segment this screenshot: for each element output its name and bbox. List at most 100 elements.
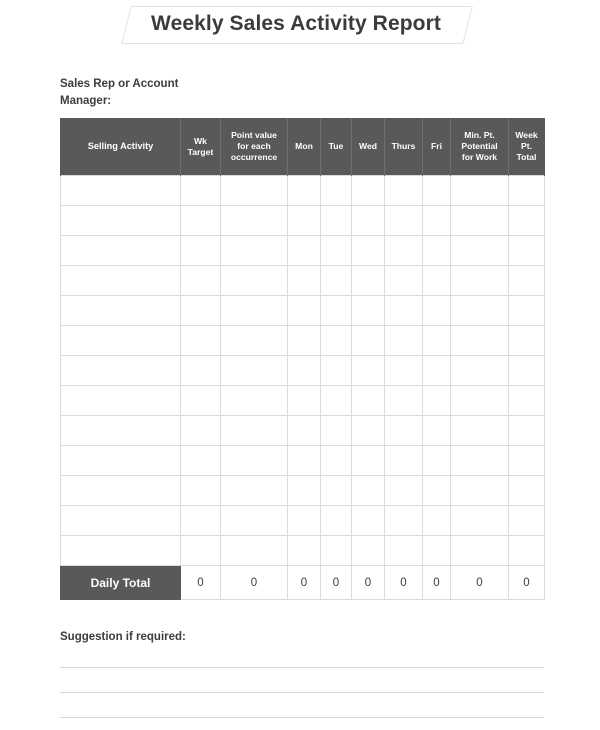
table-cell[interactable] <box>508 355 545 386</box>
table-cell[interactable] <box>220 295 288 326</box>
table-cell[interactable] <box>384 475 423 506</box>
table-cell[interactable] <box>60 415 181 446</box>
table-cell[interactable] <box>422 235 451 266</box>
table-cell[interactable] <box>287 475 321 506</box>
table-cell[interactable] <box>287 535 321 566</box>
table-cell[interactable] <box>180 235 221 266</box>
table-cell[interactable] <box>384 235 423 266</box>
table-cell[interactable] <box>180 415 221 446</box>
table-cell[interactable] <box>60 445 181 476</box>
table-cell[interactable] <box>508 325 545 356</box>
table-cell[interactable] <box>320 175 352 206</box>
table-cell[interactable] <box>180 445 221 476</box>
table-cell[interactable] <box>422 445 451 476</box>
table-cell[interactable] <box>180 325 221 356</box>
table-cell[interactable] <box>287 265 321 296</box>
table-cell[interactable] <box>220 475 288 506</box>
table-cell[interactable] <box>351 505 385 536</box>
table-cell[interactable] <box>450 175 509 206</box>
table-cell[interactable] <box>351 235 385 266</box>
table-cell[interactable] <box>60 535 181 566</box>
table-cell[interactable] <box>320 445 352 476</box>
table-cell[interactable] <box>450 355 509 386</box>
table-cell[interactable] <box>450 205 509 236</box>
table-cell[interactable] <box>450 535 509 566</box>
table-cell[interactable] <box>287 235 321 266</box>
table-cell[interactable] <box>351 385 385 416</box>
table-cell[interactable] <box>384 535 423 566</box>
table-cell[interactable] <box>220 505 288 536</box>
table-cell[interactable] <box>384 385 423 416</box>
table-cell[interactable] <box>508 295 545 326</box>
table-cell[interactable] <box>287 505 321 536</box>
table-cell[interactable] <box>287 175 321 206</box>
table-cell[interactable] <box>220 535 288 566</box>
table-cell[interactable] <box>384 295 423 326</box>
table-cell[interactable] <box>320 355 352 386</box>
table-cell[interactable] <box>384 355 423 386</box>
table-cell[interactable] <box>320 235 352 266</box>
table-cell[interactable] <box>220 385 288 416</box>
table-cell[interactable] <box>351 205 385 236</box>
table-cell[interactable] <box>220 175 288 206</box>
table-cell[interactable] <box>220 205 288 236</box>
table-cell[interactable] <box>384 265 423 296</box>
table-cell[interactable] <box>351 325 385 356</box>
table-cell[interactable] <box>422 415 451 446</box>
table-cell[interactable] <box>450 325 509 356</box>
table-cell[interactable] <box>384 175 423 206</box>
table-cell[interactable] <box>180 505 221 536</box>
table-cell[interactable] <box>60 475 181 506</box>
table-cell[interactable] <box>180 475 221 506</box>
table-cell[interactable] <box>180 535 221 566</box>
table-cell[interactable] <box>220 415 288 446</box>
table-cell[interactable] <box>351 175 385 206</box>
table-cell[interactable] <box>384 445 423 476</box>
table-cell[interactable] <box>351 415 385 446</box>
table-cell[interactable] <box>351 295 385 326</box>
table-cell[interactable] <box>508 385 545 416</box>
table-cell[interactable] <box>287 355 321 386</box>
table-cell[interactable] <box>60 265 181 296</box>
table-cell[interactable] <box>422 205 451 236</box>
table-cell[interactable] <box>508 445 545 476</box>
table-cell[interactable] <box>287 295 321 326</box>
table-cell[interactable] <box>320 385 352 416</box>
table-cell[interactable] <box>450 235 509 266</box>
table-cell[interactable] <box>384 415 423 446</box>
table-cell[interactable] <box>351 355 385 386</box>
table-cell[interactable] <box>422 535 451 566</box>
table-cell[interactable] <box>180 265 221 296</box>
table-cell[interactable] <box>450 445 509 476</box>
table-cell[interactable] <box>508 205 545 236</box>
table-cell[interactable] <box>508 175 545 206</box>
table-cell[interactable] <box>320 205 352 236</box>
table-cell[interactable] <box>180 355 221 386</box>
table-cell[interactable] <box>351 265 385 296</box>
table-cell[interactable] <box>508 475 545 506</box>
table-cell[interactable] <box>351 445 385 476</box>
table-cell[interactable] <box>60 205 181 236</box>
table-cell[interactable] <box>220 265 288 296</box>
table-cell[interactable] <box>450 295 509 326</box>
table-cell[interactable] <box>351 475 385 506</box>
table-cell[interactable] <box>422 385 451 416</box>
table-cell[interactable] <box>320 475 352 506</box>
table-cell[interactable] <box>450 505 509 536</box>
table-cell[interactable] <box>287 415 321 446</box>
table-cell[interactable] <box>320 535 352 566</box>
table-cell[interactable] <box>287 445 321 476</box>
table-cell[interactable] <box>351 535 385 566</box>
table-cell[interactable] <box>60 295 181 326</box>
table-cell[interactable] <box>384 505 423 536</box>
table-cell[interactable] <box>60 235 181 266</box>
table-cell[interactable] <box>320 325 352 356</box>
table-cell[interactable] <box>287 205 321 236</box>
table-cell[interactable] <box>220 355 288 386</box>
table-cell[interactable] <box>180 295 221 326</box>
table-cell[interactable] <box>422 475 451 506</box>
table-cell[interactable] <box>422 295 451 326</box>
table-cell[interactable] <box>384 205 423 236</box>
table-cell[interactable] <box>60 385 181 416</box>
table-cell[interactable] <box>180 205 221 236</box>
